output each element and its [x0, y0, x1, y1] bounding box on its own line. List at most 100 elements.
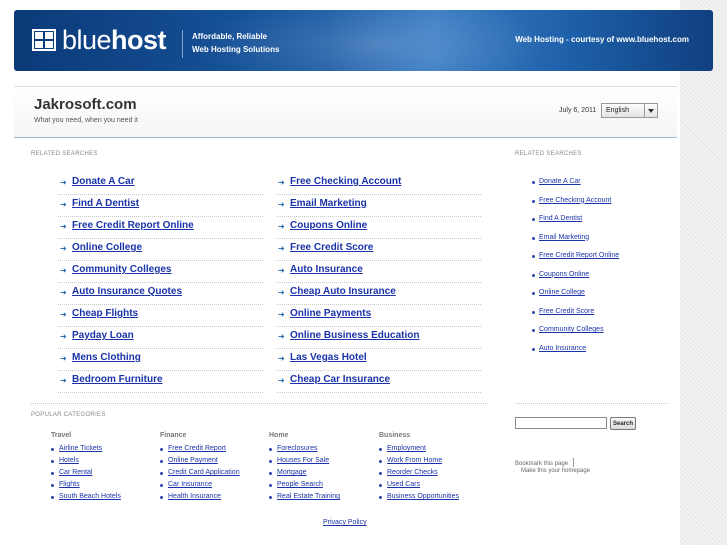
category-item[interactable]: Hotels	[51, 457, 79, 469]
sidebar-related-link[interactable]: Find A Dentist	[539, 215, 582, 222]
related-search-item[interactable]: ➜ Auto Insurance Quotes	[58, 284, 263, 305]
category-item[interactable]: Real Estate Training	[269, 493, 340, 505]
category-link[interactable]: Hotels	[59, 457, 79, 464]
bookmark-link[interactable]: Bookmark this page	[515, 458, 575, 467]
related-search-link[interactable]: Cheap Car Insurance	[290, 374, 390, 385]
related-search-item[interactable]: ➜ Find A Dentist	[58, 196, 263, 217]
category-item[interactable]: Health Insurance	[160, 493, 221, 505]
related-search-link[interactable]: Las Vegas Hotel	[290, 352, 367, 363]
category-link[interactable]: Reorder Checks	[387, 469, 438, 476]
category-link[interactable]: Car Rental	[59, 469, 92, 476]
sidebar-related-link[interactable]: Coupons Online	[539, 271, 589, 278]
category-link[interactable]: Employment	[387, 445, 426, 452]
category-link[interactable]: Airline Tickets	[59, 445, 102, 452]
category-link[interactable]: Business Opportunities	[387, 493, 459, 500]
category-item[interactable]: Reorder Checks	[379, 469, 438, 481]
related-search-link[interactable]: Free Credit Score	[290, 242, 373, 253]
category-item[interactable]: Houses For Sale	[269, 457, 329, 469]
sidebar-related-link[interactable]: Email Marketing	[539, 234, 589, 241]
related-search-item[interactable]: ➜ Community Colleges	[58, 262, 263, 283]
related-search-item[interactable]: ➜ Cheap Car Insurance	[276, 372, 481, 393]
related-search-link[interactable]: Bedroom Furniture	[72, 374, 163, 385]
category-link[interactable]: Mortgage	[277, 469, 307, 476]
related-search-item[interactable]: ➜ Free Credit Score	[276, 240, 481, 261]
sidebar-related-link[interactable]: Donate A Car	[539, 178, 581, 185]
related-search-item[interactable]: ➜ Donate A Car	[58, 174, 263, 195]
related-search-item[interactable]: ➜ Email Marketing	[276, 196, 481, 217]
category-link[interactable]: Health Insurance	[168, 493, 221, 500]
category-item[interactable]: Used Cars	[379, 481, 420, 493]
bluehost-logo[interactable]: bluehost	[32, 23, 167, 57]
sidebar-related-link[interactable]: Free Credit Score	[539, 308, 594, 315]
category-item[interactable]: Foreclosures	[269, 445, 317, 457]
related-search-link[interactable]: Cheap Auto Insurance	[290, 286, 396, 297]
category-link[interactable]: Work From Home	[387, 457, 442, 464]
related-search-link[interactable]: Auto Insurance Quotes	[72, 286, 182, 297]
sidebar-related-link[interactable]: Auto Insurance	[539, 345, 586, 352]
related-search-item[interactable]: ➜ Online College	[58, 240, 263, 261]
category-item[interactable]: South Beach Hotels	[51, 493, 121, 505]
related-search-link[interactable]: Coupons Online	[290, 220, 367, 231]
category-item[interactable]: Credit Card Application	[160, 469, 240, 481]
category-link[interactable]: Foreclosures	[277, 445, 317, 452]
related-search-item[interactable]: ➜ Free Credit Report Online	[58, 218, 263, 239]
category-item[interactable]: Work From Home	[379, 457, 442, 469]
homepage-link[interactable]: Make this your homepage	[521, 468, 590, 474]
category-link[interactable]: Used Cars	[387, 481, 420, 488]
related-search-item[interactable]: ➜ Cheap Auto Insurance	[276, 284, 481, 305]
category-link[interactable]: Real Estate Training	[277, 493, 340, 500]
category-item[interactable]: Car Insurance	[160, 481, 212, 493]
category-link[interactable]: People Search	[277, 481, 323, 488]
category-link[interactable]: Free Credit Report	[168, 445, 226, 452]
banner-courtesy[interactable]: Web Hosting - courtesy of www.bluehost.c…	[515, 35, 689, 44]
privacy-policy-link[interactable]: Privacy Policy	[323, 519, 367, 526]
related-search-link[interactable]: Mens Clothing	[72, 352, 141, 363]
sidebar-related-link[interactable]: Community Colleges	[539, 326, 604, 333]
related-search-item[interactable]: ➜ Cheap Flights	[58, 306, 263, 327]
hosting-banner[interactable]: bluehost Affordable, Reliable Web Hostin…	[14, 10, 713, 71]
related-search-link[interactable]: Email Marketing	[290, 198, 367, 209]
category-item[interactable]: Business Opportunities	[379, 493, 459, 505]
related-search-item[interactable]: ➜ Las Vegas Hotel	[276, 350, 481, 371]
category-link[interactable]: Car Insurance	[168, 481, 212, 488]
category-link[interactable]: Online Payment	[168, 457, 218, 464]
category-item[interactable]: Airline Tickets	[51, 445, 102, 457]
related-search-item[interactable]: ➜ Online Business Education	[276, 328, 481, 349]
sidebar-related-link[interactable]: Online College	[539, 289, 585, 296]
chevron-down-icon[interactable]	[644, 104, 657, 117]
related-search-link[interactable]: Community Colleges	[72, 264, 171, 275]
category-item[interactable]: People Search	[269, 481, 323, 493]
related-search-link[interactable]: Find A Dentist	[72, 198, 139, 209]
related-search-link[interactable]: Online Business Education	[290, 330, 419, 341]
search-input[interactable]	[515, 417, 607, 429]
related-search-item[interactable]: ➜ Free Checking Account	[276, 174, 481, 195]
related-search-link[interactable]: Payday Loan	[72, 330, 134, 341]
related-search-link[interactable]: Cheap Flights	[72, 308, 138, 319]
related-search-link[interactable]: Donate A Car	[72, 176, 135, 187]
sidebar-related-link[interactable]: Free Checking Account	[539, 197, 611, 204]
related-search-item[interactable]: ➜ Payday Loan	[58, 328, 263, 349]
category-item[interactable]: Flights	[51, 481, 80, 493]
related-search-link[interactable]: Auto Insurance	[290, 264, 363, 275]
category-link[interactable]: Houses For Sale	[277, 457, 329, 464]
related-search-item[interactable]: ➜ Auto Insurance	[276, 262, 481, 283]
language-select[interactable]: English	[601, 103, 658, 118]
related-search-item[interactable]: ➜ Mens Clothing	[58, 350, 263, 371]
related-search-link[interactable]: Online Payments	[290, 308, 371, 319]
category-item[interactable]: Car Rental	[51, 469, 92, 481]
related-search-link[interactable]: Free Credit Report Online	[72, 220, 194, 231]
related-search-link[interactable]: Free Checking Account	[290, 176, 401, 187]
category-link[interactable]: Credit Card Application	[168, 469, 240, 476]
related-search-item[interactable]: ➜ Online Payments	[276, 306, 481, 327]
category-item[interactable]: Online Payment	[160, 457, 218, 469]
category-item[interactable]: Mortgage	[269, 469, 307, 481]
related-search-item[interactable]: ➜ Bedroom Furniture	[58, 372, 263, 393]
related-search-item[interactable]: ➜ Coupons Online	[276, 218, 481, 239]
related-search-link[interactable]: Online College	[72, 242, 142, 253]
search-button[interactable]: Search	[610, 417, 636, 430]
category-item[interactable]: Free Credit Report	[160, 445, 226, 457]
category-link[interactable]: South Beach Hotels	[59, 493, 121, 500]
sidebar-related-link[interactable]: Free Credit Report Online	[539, 252, 619, 259]
category-link[interactable]: Flights	[59, 481, 80, 488]
category-item[interactable]: Employment	[379, 445, 426, 457]
